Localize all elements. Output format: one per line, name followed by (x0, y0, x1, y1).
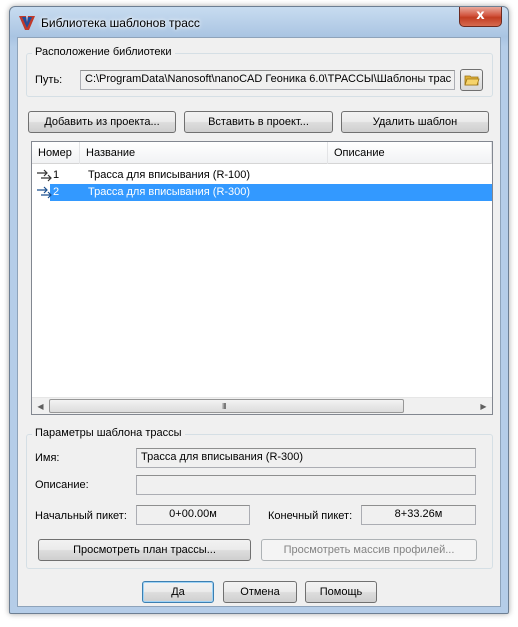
ok-button[interactable]: Да (142, 581, 214, 603)
close-icon: x (476, 8, 485, 23)
templates-list[interactable]: Номер Название Описание 1 Трасса для впи… (31, 141, 493, 415)
close-button[interactable]: x (459, 7, 502, 27)
view-profiles-button[interactable]: Просмотреть массив профилей... (261, 539, 477, 561)
dialog-client-area: Расположение библиотеки Путь: C:\Program… (17, 37, 501, 607)
item-number: 2 (53, 186, 60, 198)
column-header-number[interactable]: Номер (32, 142, 80, 164)
item-name: Трасса для вписывания (R-100) (88, 169, 251, 181)
list-item[interactable]: 1 Трасса для вписывания (R-100) (32, 167, 492, 184)
name-label: Имя: (35, 452, 60, 464)
dialog-window: Библиотека шаблонов трасс x Расположение… (9, 6, 509, 614)
insert-into-project-button[interactable]: Вставить в проект... (184, 111, 333, 133)
scroll-right-icon[interactable]: ▶ (475, 398, 492, 415)
title-bar[interactable]: Библиотека шаблонов трасс x (10, 7, 508, 37)
route-icon (37, 169, 52, 182)
scroll-grip: III (222, 402, 227, 411)
path-field[interactable]: C:\ProgramData\Nanosoft\nanoCAD Геоника … (80, 70, 455, 90)
item-number: 1 (53, 169, 60, 181)
end-station-label: Конечный пикет: (268, 510, 353, 522)
path-label: Путь: (35, 74, 63, 86)
name-field[interactable]: Трасса для вписывания (R-300) (136, 448, 476, 468)
cancel-button[interactable]: Отмена (223, 581, 297, 603)
scroll-thumb[interactable]: III (49, 399, 404, 413)
item-name: Трасса для вписывания (R-300) (88, 186, 251, 198)
description-label: Описание: (35, 479, 89, 491)
end-station-field[interactable]: 8+33.26м (361, 505, 476, 525)
app-icon (19, 16, 35, 30)
help-button[interactable]: Помощь (305, 581, 377, 603)
folder-icon (464, 75, 480, 86)
column-header-description[interactable]: Описание (328, 142, 492, 164)
browse-folder-button[interactable] (460, 69, 483, 91)
template-params-title: Параметры шаблона трассы (32, 427, 185, 439)
library-location-title: Расположение библиотеки (32, 46, 175, 58)
column-header-name[interactable]: Название (80, 142, 328, 164)
view-route-plan-button[interactable]: Просмотреть план трассы... (38, 539, 251, 561)
delete-template-button[interactable]: Удалить шаблон (341, 111, 489, 133)
list-header: Номер Название Описание (32, 142, 492, 164)
description-field[interactable] (136, 475, 476, 495)
window-title: Библиотека шаблонов трасс (41, 16, 200, 30)
start-station-field[interactable]: 0+00.00м (136, 505, 250, 525)
start-station-label: Начальный пикет: (35, 510, 127, 522)
scroll-left-icon[interactable]: ◀ (32, 398, 49, 415)
add-from-project-button[interactable]: Добавить из проекта... (28, 111, 176, 133)
list-item[interactable]: 2 Трасса для вписывания (R-300) (32, 184, 492, 201)
horizontal-scrollbar[interactable]: ◀ III ▶ (32, 397, 492, 414)
route-icon (37, 186, 52, 199)
